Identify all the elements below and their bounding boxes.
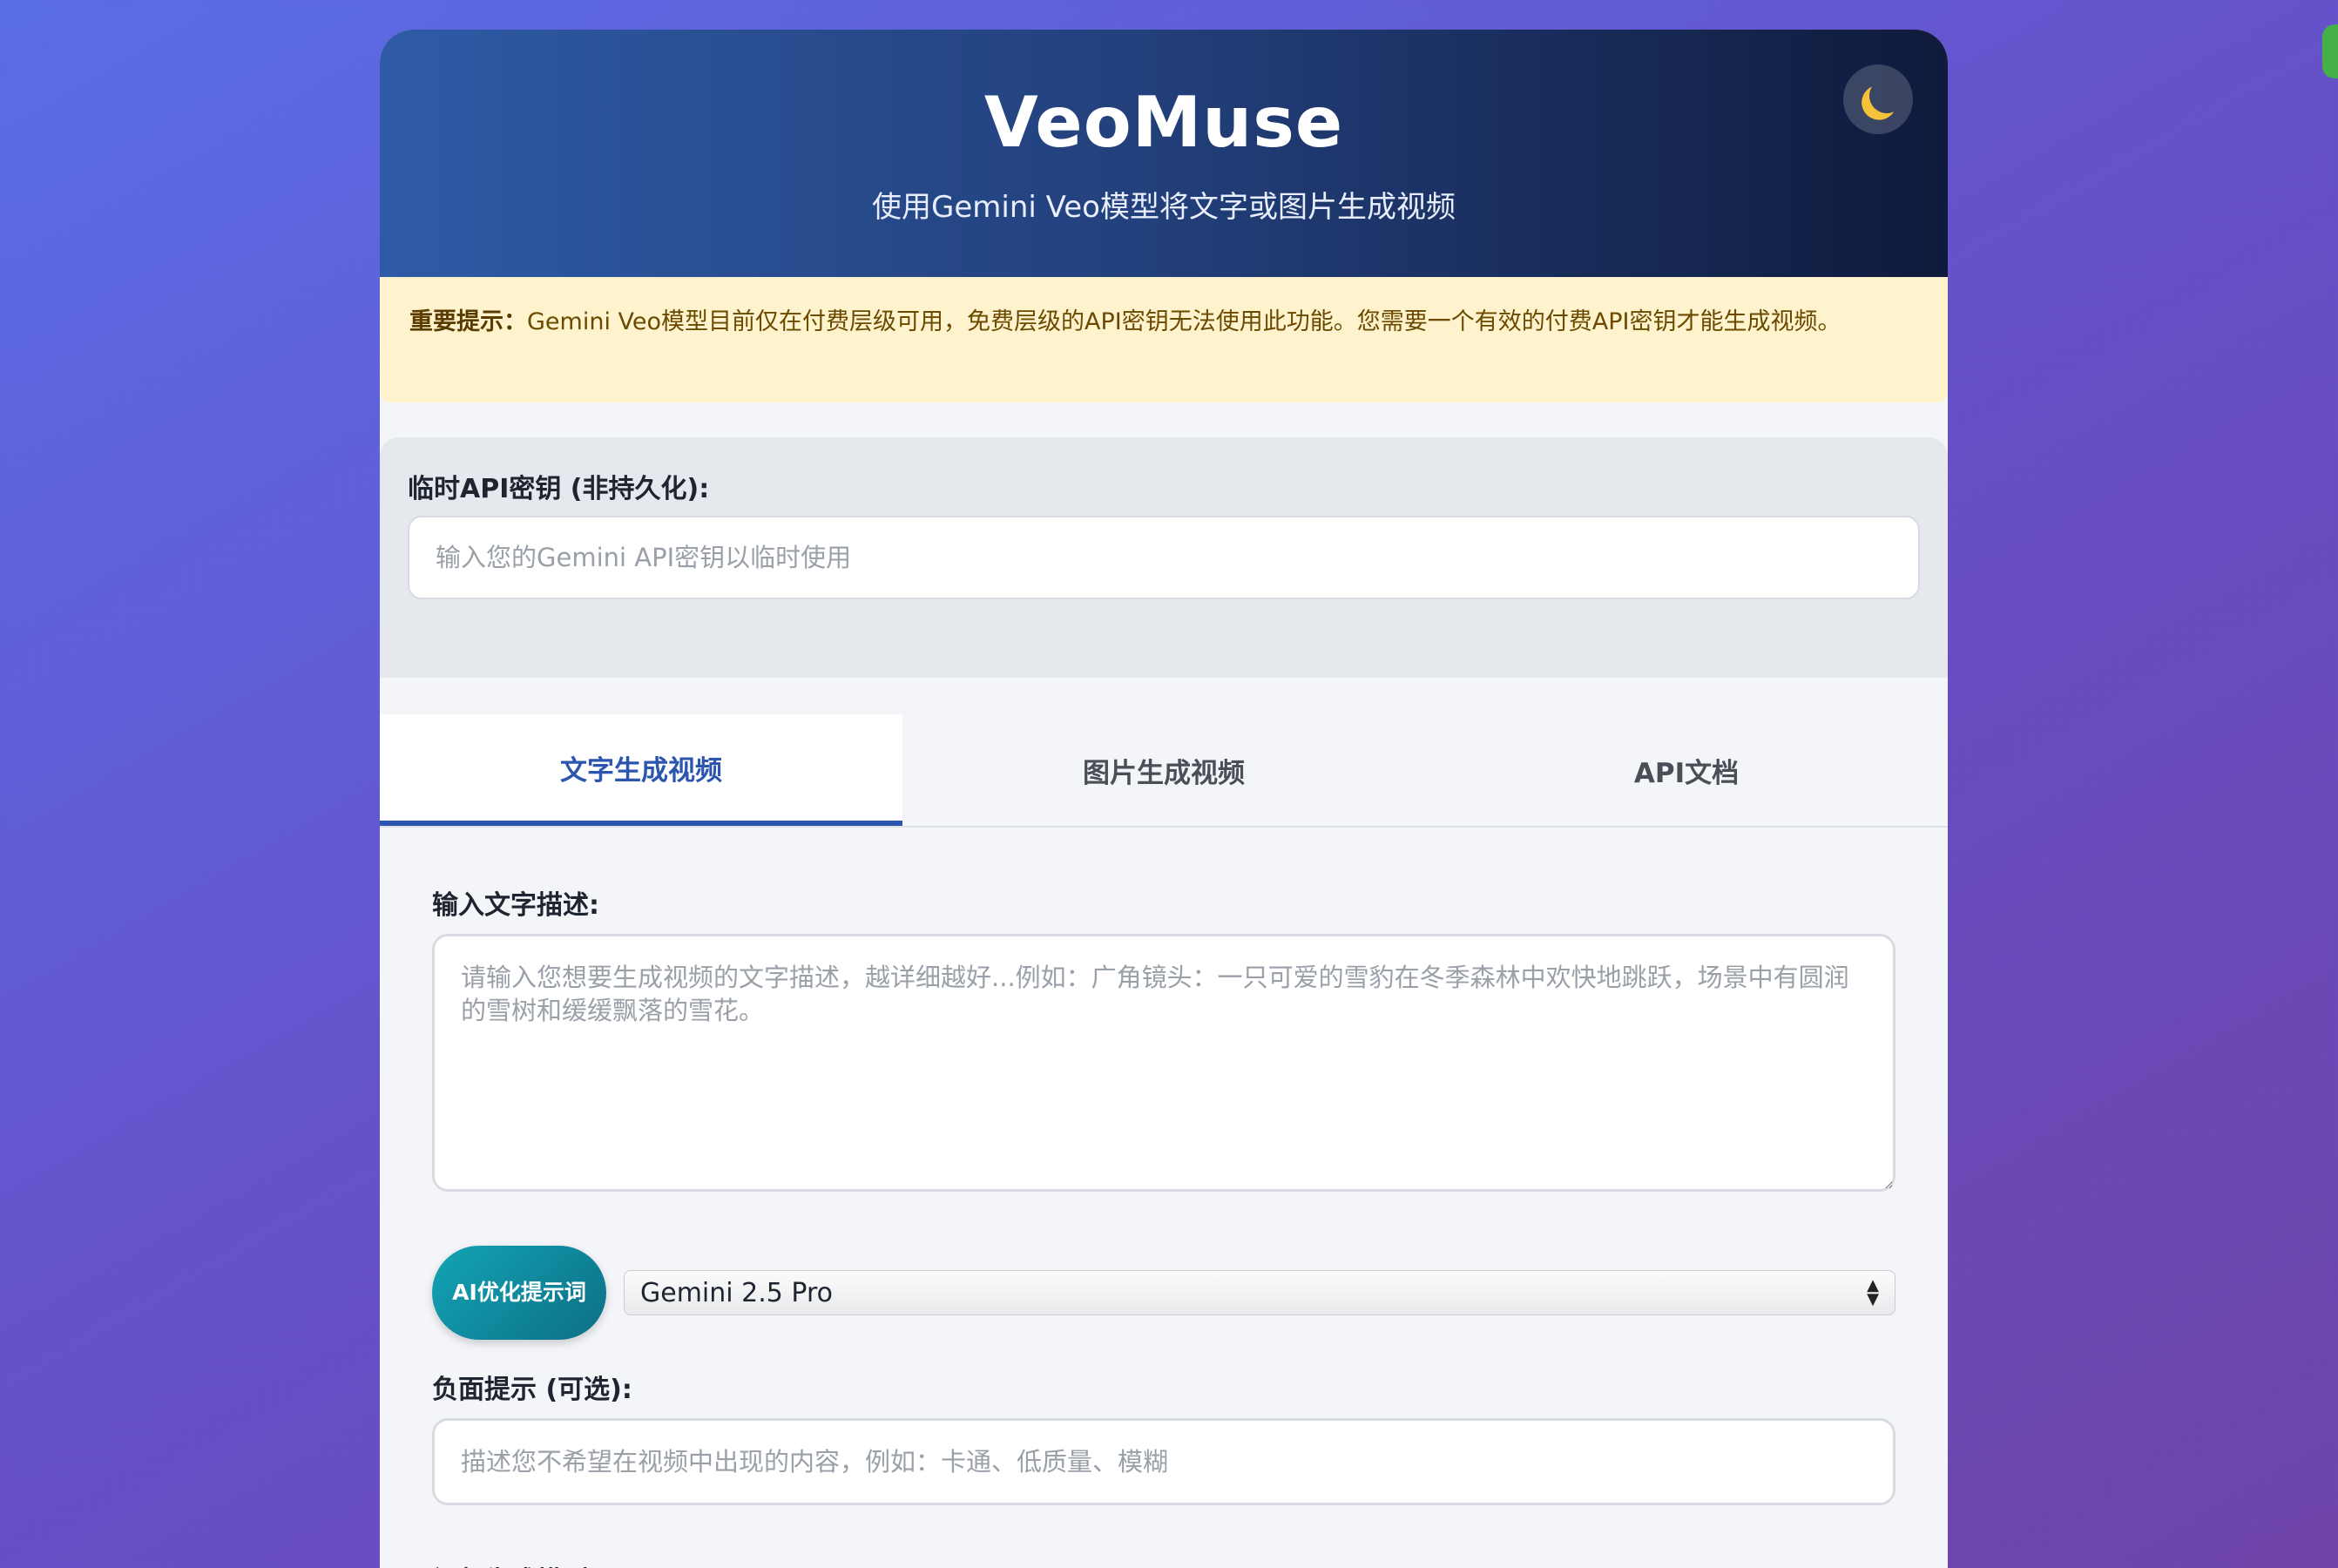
negative-prompt-input[interactable] [432, 1418, 1895, 1505]
video-model-label: 视频生成模型: [432, 1559, 599, 1568]
theme-toggle-button[interactable] [1843, 64, 1913, 134]
tab-text-to-video[interactable]: 文字生成视频 [380, 714, 902, 826]
main-card: VeoMuse 使用Gemini Veo模型将文字或图片生成视频 重要提示：Ge… [380, 30, 1948, 1568]
optimizer-model-select[interactable]: Gemini 2.5 Pro ▲ ▼ [624, 1270, 1895, 1315]
api-key-input[interactable] [408, 516, 1920, 599]
tab-image-to-video[interactable]: 图片生成视频 [902, 714, 1425, 826]
moon-icon [1867, 76, 1907, 116]
notice-text: Gemini Veo模型目前仅在付费层级可用，免费层级的API密钥无法使用此功能… [527, 308, 1841, 335]
description-label: 输入文字描述: [432, 890, 599, 921]
side-tab-handle[interactable] [2322, 24, 2338, 78]
negative-prompt-label: 负面提示 (可选): [432, 1375, 632, 1405]
api-key-label: 临时API密钥 (非持久化): [408, 474, 710, 504]
notice-strong: 重要提示： [409, 308, 527, 335]
description-textarea[interactable] [432, 934, 1895, 1192]
tab-api-docs[interactable]: API文档 [1425, 714, 1948, 826]
paid-tier-notice: 重要提示：Gemini Veo模型目前仅在付费层级可用，免费层级的API密钥无法… [380, 277, 1948, 402]
app-subtitle: 使用Gemini Veo模型将文字或图片生成视频 [872, 190, 1456, 225]
app-title: VeoMuse [983, 82, 1344, 163]
select-arrows-icon: ▲ ▼ [1867, 1276, 1879, 1308]
mode-tabs: 文字生成视频 图片生成视频 API文档 [380, 714, 1948, 828]
ai-optimize-prompt-button[interactable]: AI优化提示词 [432, 1246, 606, 1340]
api-key-panel: 临时API密钥 (非持久化): [380, 437, 1948, 678]
optimizer-model-value: Gemini 2.5 Pro [640, 1277, 833, 1308]
app-header: VeoMuse 使用Gemini Veo模型将文字或图片生成视频 [380, 30, 1948, 277]
